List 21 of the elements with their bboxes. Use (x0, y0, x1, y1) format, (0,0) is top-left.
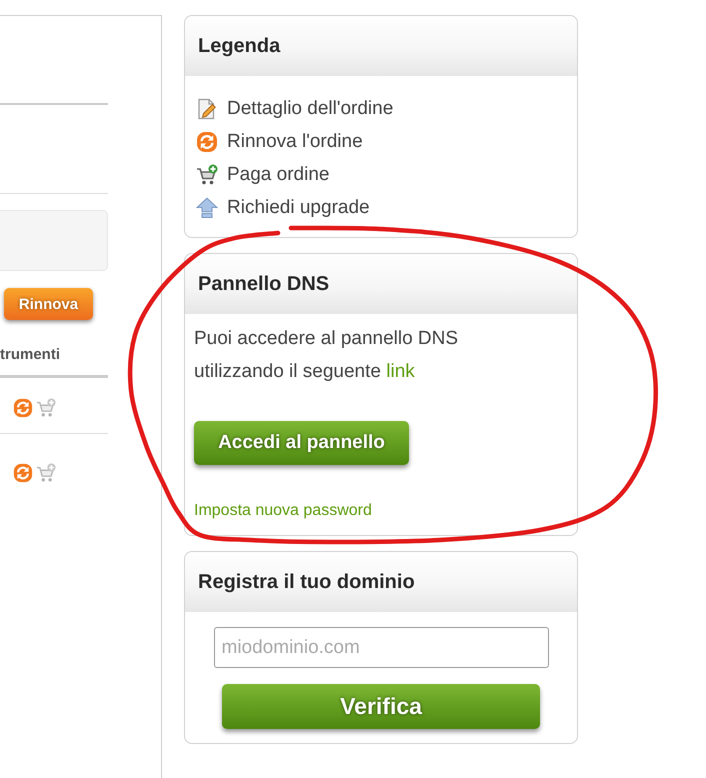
column-header: trumenti (0, 346, 61, 363)
legend-label: Richiedi upgrade (227, 196, 370, 218)
document-pencil-icon (196, 98, 218, 120)
card-title: Legenda (198, 34, 280, 58)
dns-description: Puoi accedere al pannello DNS utilizzando il seguente link (194, 327, 460, 384)
access-panel-button[interactable]: Accedi al pannello (194, 421, 409, 465)
refresh-icon (196, 130, 218, 152)
domain-input[interactable]: miodominio.com (214, 627, 548, 668)
password-link[interactable]: Imposta nuova password (194, 502, 372, 520)
card-title: Registra il tuo dominio (198, 570, 415, 594)
refresh-icon[interactable] (13, 398, 33, 418)
verify-button[interactable]: Verifica (222, 684, 540, 729)
legend-label: Paga ordine (227, 164, 330, 186)
cart-plus-icon (196, 164, 218, 186)
card-title: Pannello DNS (198, 272, 330, 296)
legend-label: Dettaglio dell'ordine (227, 98, 394, 120)
renew-button[interactable]: Rinnova (4, 288, 93, 320)
legend-label: Rinnova l'ordine (227, 130, 363, 152)
link[interactable]: link (386, 361, 415, 382)
refresh-icon[interactable] (13, 462, 33, 482)
up-arrow-icon (196, 196, 218, 218)
